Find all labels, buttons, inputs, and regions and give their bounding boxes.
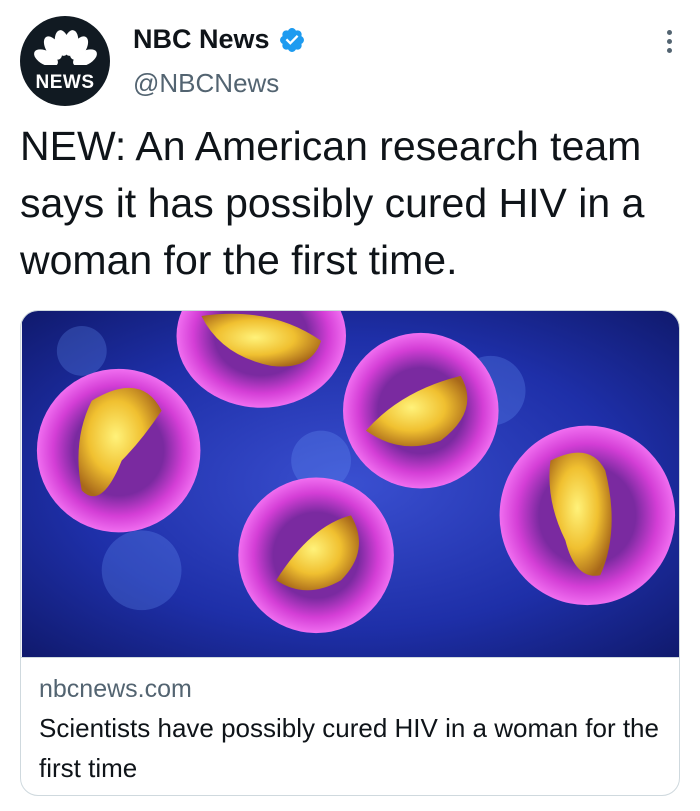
avatar-label: NEWS (35, 72, 95, 93)
more-dot (666, 30, 672, 35)
avatar[interactable]: NEWS (20, 16, 110, 106)
card-domain: nbcnews.com (39, 675, 192, 703)
verified-badge-icon (279, 27, 304, 52)
link-card[interactable]: nbcnews.com Scientists have possibly cur… (20, 310, 680, 796)
more-dot (666, 48, 672, 53)
account-handle[interactable]: @NBCNews (133, 68, 279, 99)
virus-micrograph-image (21, 311, 679, 658)
more-options-icon[interactable] (664, 30, 674, 56)
more-dot (666, 39, 672, 44)
tweet: NEWS NBC News @NBCNews NEW: An American … (0, 0, 700, 811)
card-title: Scientists have possibly cured HIV in a … (39, 713, 659, 783)
account-name-row[interactable]: NBC News (133, 24, 306, 55)
account-name[interactable]: NBC News (133, 24, 270, 55)
tweet-text: NEW: An American research team says it h… (20, 123, 645, 283)
